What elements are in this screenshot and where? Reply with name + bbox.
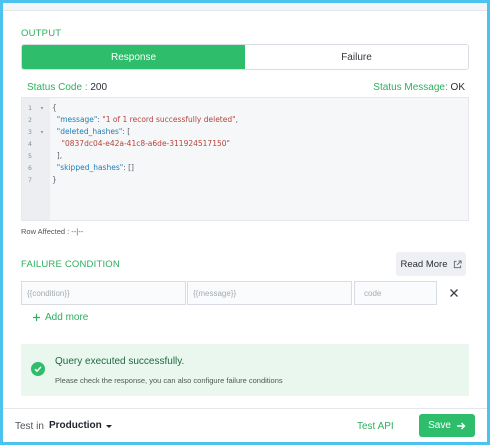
code-token: , [235, 115, 238, 124]
success-banner: Query executed successfully. Please chec… [21, 344, 469, 396]
code-token: } [52, 175, 57, 184]
status-message: Status Message: OK [373, 82, 465, 93]
response-code-editor[interactable]: 1 ▾{2 "message": "1 of 1 record successfu… [21, 97, 469, 221]
code-token: "deleted_hashes" [52, 127, 123, 136]
code-input[interactable]: code [354, 281, 437, 305]
add-more-button[interactable]: Add more [32, 312, 88, 323]
line-number-text: 7 [28, 176, 32, 184]
line-number: 2 [22, 114, 50, 126]
close-icon [450, 289, 458, 297]
external-link-icon [453, 259, 462, 268]
environment-value: Production [49, 420, 102, 431]
query-panel: OUTPUT Response Failure Status Code : 20… [3, 3, 487, 442]
arrow-right-icon [456, 422, 466, 429]
line-number: 5 [22, 150, 50, 162]
test-in-label: Test in [15, 421, 44, 432]
line-number: 4 [22, 138, 50, 150]
caret-down-icon [105, 424, 112, 428]
line-number: 7 [22, 174, 50, 186]
code-line: "0837dc04-e42a-41c8-a6de-311924517150" [52, 138, 230, 150]
tab-response[interactable]: Response [22, 45, 245, 69]
message-input[interactable]: {{message}} [187, 281, 352, 305]
code-token: "skipped_hashes" [52, 163, 124, 172]
code-line: ], [52, 150, 62, 162]
line-number-text: 1 [28, 104, 32, 112]
code-token: "1 of 1 record successfully deleted" [102, 115, 236, 124]
save-button[interactable]: Save [419, 414, 475, 437]
condition-input[interactable]: {{condition}} [21, 281, 186, 305]
plus-icon [32, 313, 41, 322]
environment-dropdown[interactable]: Production [49, 420, 112, 431]
code-line: "deleted_hashes": [ [52, 126, 130, 138]
code-line: "skipped_hashes": [] [52, 162, 134, 174]
line-number-text: 2 [28, 116, 32, 124]
top-strip [3, 3, 487, 11]
code-line: } [52, 174, 57, 186]
code-token: "0837dc04-e42a-41c8-a6de-311924517150" [52, 139, 230, 148]
status-message-label: Status Message: [373, 82, 448, 93]
status-code-label: Status Code : [27, 82, 88, 93]
line-number-text: 3 [28, 128, 32, 136]
check-circle-icon [31, 362, 45, 376]
footer-bar: Test in Production Test API Save [3, 408, 487, 442]
test-api-button[interactable]: Test API [357, 421, 394, 432]
status-message-value: OK [450, 82, 465, 93]
save-label: Save [428, 420, 451, 431]
line-number: 6 [22, 162, 50, 174]
success-title: Query executed successfully. [55, 356, 185, 367]
status-code-value: 200 [90, 82, 108, 93]
code-token: { [52, 103, 57, 112]
status-code: Status Code : 200 [27, 82, 107, 93]
tab-failure[interactable]: Failure [245, 45, 468, 69]
code-token: : [] [123, 163, 134, 172]
read-more-button[interactable]: Read More [396, 252, 466, 276]
line-number-text: 6 [28, 164, 32, 172]
line-number-text: 4 [28, 140, 32, 148]
rows-affected: Row Affected : --|-- [21, 227, 84, 236]
output-section-title: OUTPUT [21, 28, 62, 39]
line-number: 3 ▾ [22, 126, 50, 138]
code-line: "message": "1 of 1 record successfully d… [52, 114, 238, 126]
code-token: ], [52, 151, 63, 160]
add-more-label: Add more [45, 312, 89, 323]
code-token: "message" [52, 115, 98, 124]
code-line: { [52, 102, 57, 114]
fold-chevron-icon[interactable]: ▾ [40, 102, 44, 114]
success-subtitle: Please check the response, you can also … [55, 376, 283, 385]
fold-chevron-icon[interactable]: ▾ [40, 126, 44, 138]
failure-condition-title: FAILURE CONDITION [21, 259, 120, 270]
code-token: : [ [122, 127, 131, 136]
remove-condition-button[interactable] [444, 283, 464, 303]
read-more-label: Read More [400, 258, 448, 270]
line-number-text: 5 [28, 152, 32, 160]
output-tabs: Response Failure [21, 44, 469, 70]
line-number: 1 ▾ [22, 102, 50, 114]
